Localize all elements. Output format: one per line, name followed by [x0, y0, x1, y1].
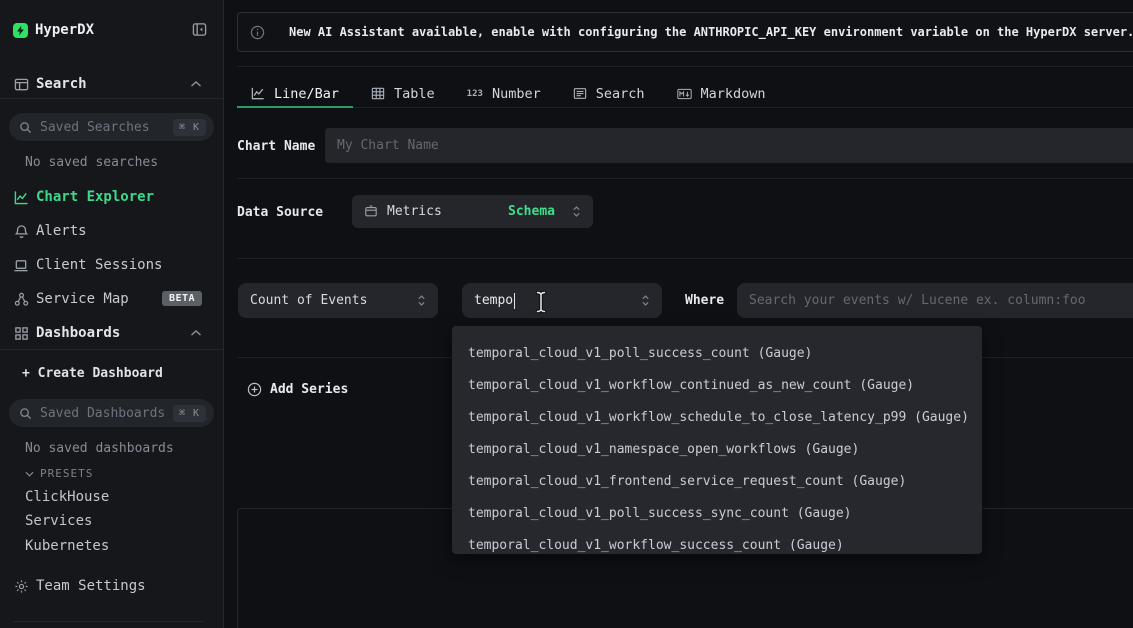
sidebar-item-service-map[interactable]: Service Map	[13, 291, 129, 307]
metric-option[interactable]: temporal_cloud_v1_workflow_continued_as_…	[452, 370, 982, 402]
create-dashboard-button[interactable]: + Create Dashboard	[22, 366, 163, 381]
sidebar-section-search-label: Search	[36, 76, 87, 92]
select-chevrons-icon	[417, 294, 426, 307]
chart-type-tabs: Line/Bar Table 123 Number Search Markdow…	[237, 80, 1133, 108]
saved-dashboards-shortcut: ⌘ K	[173, 405, 206, 422]
tab-markdown[interactable]: Markdown	[663, 80, 780, 107]
sidebar-item-label: Team Settings	[36, 578, 146, 594]
info-icon	[250, 25, 265, 40]
presets-toggle[interactable]: PRESETS	[25, 467, 93, 480]
database-icon	[364, 205, 378, 218]
sidebar-item-label: Chart Explorer	[36, 189, 154, 205]
number-123-icon: 123	[467, 89, 483, 99]
bell-icon	[13, 223, 29, 239]
data-source-value: Metrics	[387, 204, 442, 219]
saved-dashboards-input[interactable]	[40, 406, 173, 421]
sidebar-section-dashboards[interactable]: Dashboards	[13, 325, 120, 341]
saved-searches-search[interactable]: ⌘ K	[9, 113, 214, 141]
dashboards-chevron-up-icon[interactable]	[190, 329, 202, 337]
aggregation-value: Count of Events	[250, 293, 367, 308]
service-map-icon	[13, 291, 29, 307]
select-chevrons-icon	[572, 205, 581, 218]
no-saved-dashboards-text: No saved dashboards	[25, 441, 174, 456]
chart-name-input[interactable]	[325, 128, 1133, 163]
hyperdx-logo-icon	[13, 23, 28, 38]
table-icon	[371, 87, 385, 100]
document-lines-icon	[573, 87, 587, 100]
metric-option[interactable]: temporal_cloud_v1_poll_success_sync_coun…	[452, 498, 982, 530]
line-chart-icon	[251, 87, 265, 100]
where-input[interactable]	[737, 283, 1133, 318]
presets-label: PRESETS	[40, 467, 93, 480]
add-series-label: Add Series	[270, 382, 348, 397]
schema-link[interactable]: Schema	[508, 204, 555, 219]
gear-icon	[13, 578, 29, 594]
sidebar-item-chart-explorer[interactable]: Chart Explorer	[13, 189, 154, 205]
sidebar-item-alerts[interactable]: Alerts	[13, 223, 87, 239]
metric-option[interactable]: temporal_cloud_v1_workflow_schedule_to_c…	[452, 402, 982, 434]
saved-dashboards-search[interactable]: ⌘ K	[9, 399, 214, 427]
metric-option[interactable]: temporal_cloud_v1_poll_success_count (Ga…	[452, 338, 982, 370]
tab-search[interactable]: Search	[559, 80, 659, 107]
where-label: Where	[685, 293, 724, 308]
chart-explorer-icon	[13, 189, 29, 205]
add-series-button[interactable]: Add Series	[237, 376, 358, 403]
preset-services[interactable]: Services	[25, 513, 92, 529]
aggregation-select[interactable]: Count of Events	[238, 283, 438, 318]
chart-name-label: Chart Name	[237, 139, 315, 154]
app-title: HyperDX	[35, 22, 94, 38]
tab-table[interactable]: Table	[357, 80, 449, 107]
sidebar: HyperDX Search ⌘ K No saved searches Cha…	[0, 0, 224, 628]
beta-badge: BETA	[162, 291, 202, 306]
preset-kubernetes[interactable]: Kubernetes	[25, 538, 109, 554]
metric-option[interactable]: temporal_cloud_v1_frontend_service_reque…	[452, 466, 982, 498]
banner-text: New AI Assistant available, enable with …	[289, 25, 1133, 39]
metric-input-value: tempo	[474, 293, 513, 308]
main-content: New AI Assistant available, enable with …	[224, 0, 1133, 628]
tab-label: Search	[596, 86, 645, 102]
text-caret	[514, 293, 515, 309]
search-icon	[19, 121, 32, 134]
metric-option[interactable]: temporal_cloud_v1_namespace_open_workflo…	[452, 434, 982, 466]
ai-assistant-banner: New AI Assistant available, enable with …	[237, 12, 1133, 52]
sidebar-section-search[interactable]: Search	[13, 76, 87, 92]
laptop-icon	[13, 257, 29, 273]
tab-label: Line/Bar	[274, 86, 339, 102]
metric-option[interactable]: temporal_cloud_v1_workflow_success_count…	[452, 530, 982, 554]
saved-searches-input[interactable]	[40, 120, 173, 135]
data-source-select[interactable]: Metrics Schema	[352, 195, 593, 228]
sidebar-item-client-sessions[interactable]: Client Sessions	[13, 257, 162, 273]
search-section-chevron-up-icon[interactable]	[190, 80, 202, 88]
tab-number[interactable]: 123 Number	[453, 80, 555, 107]
search-icon	[19, 407, 32, 420]
tab-label: Table	[394, 86, 435, 102]
sidebar-section-dashboards-label: Dashboards	[36, 325, 120, 341]
select-chevrons-icon	[641, 294, 650, 307]
search-section-icon	[13, 76, 29, 92]
data-source-label: Data Source	[237, 205, 323, 220]
preset-clickhouse[interactable]: ClickHouse	[25, 489, 109, 505]
markdown-icon	[677, 88, 692, 100]
sidebar-item-label: Service Map	[36, 291, 129, 307]
tab-label: Markdown	[701, 86, 766, 102]
tab-label: Number	[492, 86, 541, 102]
saved-searches-shortcut: ⌘ K	[173, 119, 206, 136]
chevron-down-icon	[25, 471, 34, 477]
metric-select-input[interactable]: tempo	[462, 283, 662, 318]
no-saved-searches-text: No saved searches	[25, 155, 158, 170]
tab-line-bar[interactable]: Line/Bar	[237, 80, 353, 107]
sidebar-item-label: Client Sessions	[36, 257, 162, 273]
dashboards-icon	[13, 325, 29, 341]
sidebar-item-label: Alerts	[36, 223, 87, 239]
metric-suggestions-dropdown: temporal_cloud_v1_poll_success_count (Ga…	[452, 326, 982, 554]
circle-plus-icon	[247, 382, 262, 397]
collapse-sidebar-icon[interactable]	[192, 22, 207, 37]
sidebar-item-team-settings[interactable]: Team Settings	[13, 578, 146, 594]
app-logo[interactable]: HyperDX	[13, 22, 94, 38]
